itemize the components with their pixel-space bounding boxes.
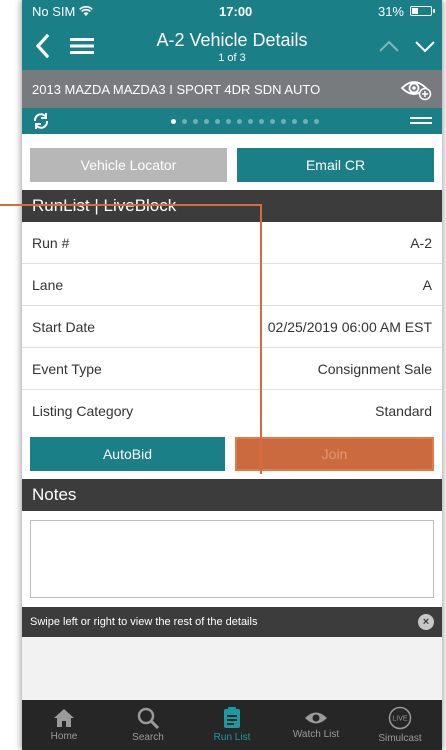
callout-line <box>0 204 262 206</box>
row-label: Event Type <box>32 360 102 377</box>
page-dot[interactable] <box>259 118 264 124</box>
table-row: Listing Category Standard <box>22 390 442 431</box>
autobid-button[interactable]: AutoBid <box>30 437 225 471</box>
close-icon[interactable]: × <box>418 614 434 630</box>
email-cr-button[interactable]: Email CR <box>237 148 434 182</box>
eye-icon <box>305 712 327 724</box>
tab-home[interactable]: Home <box>22 700 106 750</box>
tab-search[interactable]: Search <box>106 700 190 750</box>
live-icon: LIVE <box>388 706 412 730</box>
page-dot[interactable] <box>226 118 231 124</box>
add-to-watchlist-icon[interactable] <box>400 76 432 102</box>
page-dot[interactable] <box>215 118 220 124</box>
page-dots <box>171 118 319 124</box>
runlist-header: RunList | LiveBlock <box>22 190 442 222</box>
callout-line <box>260 204 262 474</box>
row-value: A-2 <box>410 234 432 251</box>
tab-label: Simulcast <box>378 733 422 744</box>
tab-label: Run List <box>213 732 251 743</box>
menu-button[interactable] <box>62 22 102 70</box>
page-dot[interactable] <box>281 118 286 124</box>
row-value: 02/25/2019 06:00 AM EST <box>267 318 432 335</box>
status-time: 17:00 <box>219 3 253 19</box>
navigation-bar: A-2 Vehicle Details 1 of 3 <box>22 22 442 70</box>
bid-actions: AutoBid Join <box>22 431 442 479</box>
wifi-icon <box>79 5 94 16</box>
table-row: Run # A-2 <box>22 222 442 264</box>
vehicle-header: 2013 MAZDA MAZDA3 I SPORT 4DR SDN AUTO <box>22 70 442 108</box>
page-dot[interactable] <box>292 118 297 124</box>
top-actions: Vehicle Locator Email CR <box>22 144 442 190</box>
phone-screen: No SIM 17:00 31% A-2 Vehicle Details 1 o… <box>22 0 442 750</box>
run-list-icon <box>224 707 240 728</box>
table-row: Start Date 02/25/2019 06:00 AM EST <box>22 306 442 348</box>
tab-simulcast[interactable]: LIVE Simulcast <box>358 700 442 750</box>
page-dot[interactable] <box>314 118 319 124</box>
page-dot[interactable] <box>270 118 275 124</box>
status-bar: No SIM 17:00 31% <box>22 0 442 22</box>
toast-message: Swipe left or right to view the rest of … <box>30 616 258 628</box>
runlist-table: Run # A-2 Lane A Start Date 02/25/2019 0… <box>22 222 442 431</box>
vehicle-name: 2013 MAZDA MAZDA3 I SPORT 4DR SDN AUTO <box>32 81 321 97</box>
tab-bar: Home Search Run List Watch List LIVE Sim… <box>22 700 442 750</box>
table-row: Event Type Consignment Sale <box>22 348 442 390</box>
carrier-label: No SIM <box>32 3 76 19</box>
pager-bar <box>22 108 442 134</box>
battery-icon <box>410 6 435 16</box>
back-button[interactable] <box>22 22 62 70</box>
tab-label: Home <box>50 731 78 742</box>
row-value: Standard <box>375 402 432 419</box>
row-label: Listing Category <box>32 402 134 419</box>
table-row: Lane A <box>22 264 442 306</box>
row-label: Lane <box>32 276 64 293</box>
row-label: Run # <box>32 234 70 251</box>
notes-header: Notes <box>22 479 442 511</box>
page-dot[interactable] <box>237 118 242 124</box>
tab-watch-list[interactable]: Watch List <box>274 700 358 750</box>
home-icon <box>54 709 74 727</box>
chevron-left-icon <box>35 34 49 58</box>
vehicle-locator-button[interactable]: Vehicle Locator <box>30 148 227 182</box>
next-record-button[interactable] <box>414 39 436 53</box>
row-value: Consignment Sale <box>317 360 432 377</box>
tab-run-list[interactable]: Run List <box>190 700 274 750</box>
record-navigation <box>378 22 436 70</box>
swipe-hint-toast: Swipe left or right to view the rest of … <box>22 607 442 637</box>
tab-label: Search <box>132 732 164 743</box>
page-dot[interactable] <box>303 118 308 124</box>
page-dot[interactable] <box>204 118 209 124</box>
row-label: Start Date <box>32 318 96 335</box>
page-dot[interactable] <box>193 118 198 124</box>
hamburger-icon <box>70 38 94 54</box>
previous-record-button[interactable] <box>378 39 400 53</box>
battery-percent: 31% <box>377 3 404 19</box>
search-icon <box>137 707 159 729</box>
row-value: A <box>422 276 432 293</box>
list-view-icon[interactable] <box>410 115 432 127</box>
tab-label: Watch List <box>292 729 340 740</box>
join-button[interactable]: Join <box>235 437 434 471</box>
svg-text:LIVE: LIVE <box>392 716 408 723</box>
page-dot[interactable] <box>182 118 187 124</box>
spacer <box>22 134 442 144</box>
notes-section <box>22 511 442 607</box>
page-dot[interactable] <box>171 118 176 124</box>
page-dot[interactable] <box>248 118 253 124</box>
refresh-icon[interactable] <box>32 112 50 130</box>
notes-textarea[interactable] <box>30 520 434 598</box>
